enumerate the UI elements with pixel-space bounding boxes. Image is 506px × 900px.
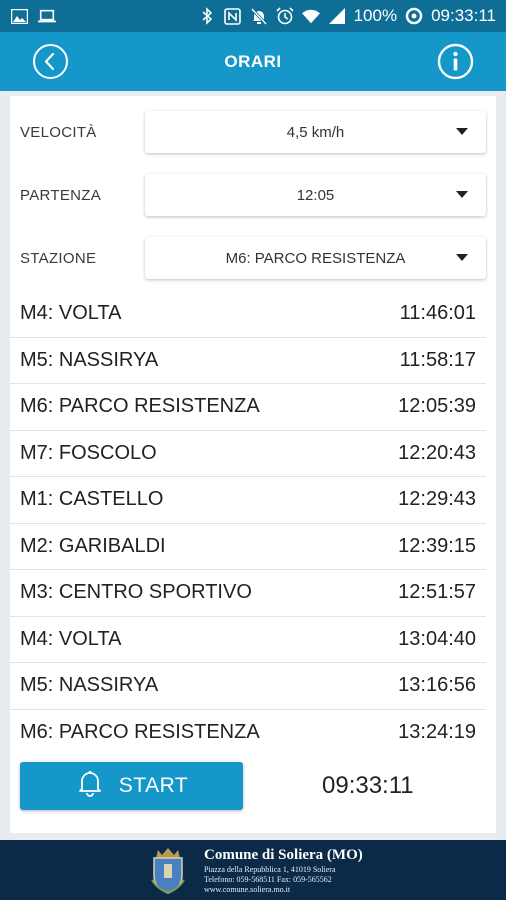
- footer-address: Piazza della Repubblica 1, 41019 Soliera: [204, 865, 336, 874]
- municipal-crest-icon: [150, 846, 186, 894]
- dropdown-arrow-icon: [456, 254, 468, 261]
- speed-value: 4,5 km/h: [286, 123, 345, 141]
- stop-name: M4: VOLTA: [20, 627, 122, 650]
- departure-select[interactable]: 12:05: [145, 174, 486, 216]
- speed-label: VELOCITÀ: [20, 124, 97, 141]
- image-icon: [10, 7, 28, 25]
- stop-name: M5: NASSIRYA: [20, 348, 159, 371]
- stop-time: 13:24:19: [398, 721, 476, 744]
- schedule-row: M1: CASTELLO 12:29:43: [10, 477, 486, 524]
- bluetooth-icon: [198, 7, 216, 25]
- stop-name: M2: GARIBALDI: [20, 534, 166, 557]
- stop-name: M4: VOLTA: [20, 302, 122, 325]
- departure-value: 12:05: [296, 186, 335, 204]
- data-saver-icon: [405, 7, 423, 25]
- schedule-row: M2: GARIBALDI 12:39:15: [10, 524, 486, 570]
- speed-select[interactable]: 4,5 km/h: [145, 111, 486, 153]
- stop-time: 12:29:43: [398, 488, 476, 511]
- stop-time: 12:20:43: [398, 441, 476, 464]
- wifi-icon: [301, 7, 320, 25]
- page-title: ORARI: [224, 51, 282, 71]
- battery-percent: 100%: [353, 6, 398, 25]
- back-circle-icon[interactable]: [32, 43, 69, 80]
- schedule-row: M4: VOLTA 11:46:01: [10, 291, 486, 338]
- mute-icon: [250, 7, 268, 25]
- station-value: M6: PARCO RESISTENZA: [225, 249, 406, 267]
- alarm-icon: [276, 7, 294, 25]
- status-bar: 100% 09:33:11: [0, 0, 506, 32]
- schedule-row: M5: NASSIRYA 11:58:17: [10, 338, 486, 384]
- schedule-row: M3: CENTRO SPORTIVO 12:51:57: [10, 570, 486, 617]
- dropdown-arrow-icon: [456, 191, 468, 198]
- info-circle-icon[interactable]: [437, 43, 474, 80]
- footer-phone: Telefono: 059-568511 Fax: 059-565562: [204, 875, 332, 884]
- stop-time: 13:04:40: [398, 627, 476, 650]
- stop-name: M1: CASTELLO: [20, 488, 164, 511]
- dropdown-arrow-icon: [456, 128, 468, 135]
- schedule-row: M6: PARCO RESISTENZA 13:24:19: [10, 710, 486, 757]
- station-label: STAZIONE: [20, 250, 97, 267]
- status-time: 09:33:11: [431, 6, 496, 25]
- stop-name: M6: PARCO RESISTENZA: [20, 721, 260, 744]
- start-button[interactable]: START: [20, 762, 243, 810]
- footer-title: Comune di Soliera (MO): [204, 847, 363, 863]
- footer-banner[interactable]: Comune di Soliera (MO) Piazza della Repu…: [0, 840, 506, 900]
- speed-filter: VELOCITÀ 4,5 km/h: [10, 111, 496, 155]
- schedule-row: M4: VOLTA 13:04:40: [10, 617, 486, 663]
- stop-name: M7: FOSCOLO: [20, 441, 157, 464]
- start-label: START: [118, 774, 189, 797]
- current-time: 09:33:11: [322, 772, 414, 799]
- stop-name: M5: NASSIRYA: [20, 674, 159, 697]
- station-filter: STAZIONE M6: PARCO RESISTENZA: [10, 237, 496, 281]
- app-bar: ORARI: [0, 32, 506, 91]
- timetable-card: VELOCITÀ 4,5 km/h PARTENZA 12:05 STAZION…: [10, 96, 496, 833]
- schedule-row: M5: NASSIRYA 13:16:56: [10, 663, 486, 710]
- stop-time: 11:46:01: [399, 302, 476, 325]
- action-bar: START 09:33:11: [20, 762, 486, 812]
- stop-time: 12:51:57: [398, 581, 476, 604]
- nfc-icon: [224, 7, 242, 25]
- laptop-icon: [38, 7, 56, 25]
- stop-time: 13:16:56: [398, 674, 476, 697]
- bell-icon: [75, 768, 105, 804]
- stop-time: 12:05:39: [398, 395, 476, 418]
- departure-filter: PARTENZA 12:05: [10, 174, 496, 218]
- station-select[interactable]: M6: PARCO RESISTENZA: [145, 237, 486, 279]
- schedule-list: M4: VOLTA 11:46:01 M5: NASSIRYA 11:58:17 M…: [10, 291, 496, 756]
- schedule-row: M6: PARCO RESISTENZA 12:05:39: [10, 384, 486, 431]
- stop-time: 12:39:15: [398, 534, 476, 557]
- schedule-row: M7: FOSCOLO 12:20:43: [10, 431, 486, 477]
- departure-label: PARTENZA: [20, 187, 102, 204]
- stop-name: M6: PARCO RESISTENZA: [20, 395, 260, 418]
- stop-name: M3: CENTRO SPORTIVO: [20, 581, 252, 604]
- stop-time: 11:58:17: [399, 348, 476, 371]
- signal-icon: [328, 7, 346, 25]
- footer-website: www.comune.soliera.mo.it: [204, 885, 291, 894]
